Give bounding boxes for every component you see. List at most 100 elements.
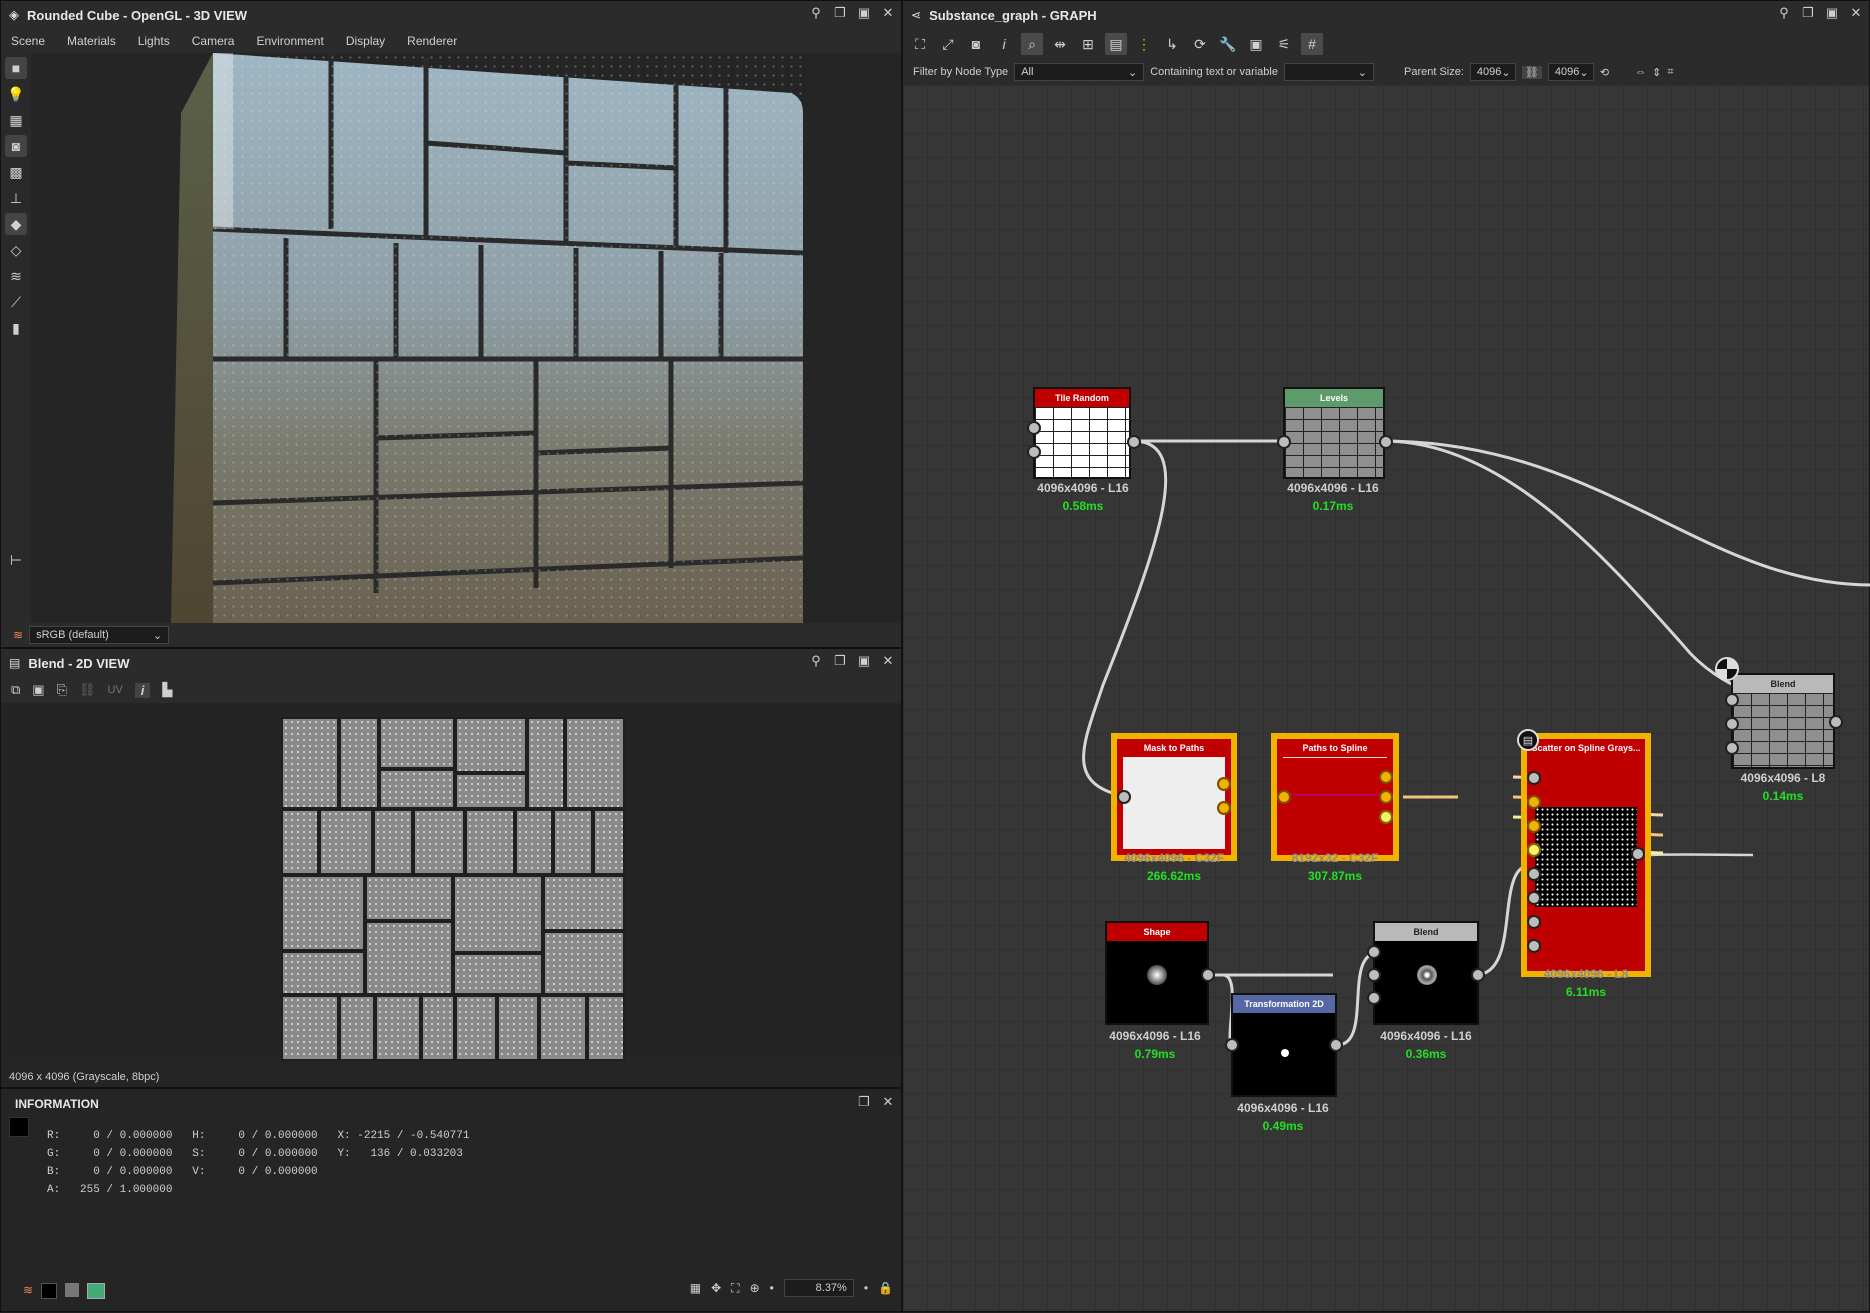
output-port[interactable] (1329, 1038, 1343, 1052)
black-swatch-icon[interactable] (41, 1283, 58, 1299)
snap-icon[interactable]: ⌗ (1667, 66, 1673, 79)
input-port[interactable] (1367, 991, 1381, 1005)
center-icon[interactable]: ⊕ (750, 1281, 760, 1295)
layers-icon[interactable]: ≋ (5, 265, 27, 287)
output-port[interactable] (1829, 715, 1843, 729)
input-port[interactable] (1027, 445, 1041, 459)
menu-environment[interactable]: Environment (254, 34, 325, 48)
input-port[interactable] (1527, 915, 1541, 929)
maximize-icon[interactable]: ▣ (857, 654, 871, 668)
info-icon[interactable]: i (993, 33, 1015, 55)
close-icon[interactable]: ✕ (1849, 6, 1863, 20)
pan-icon[interactable]: ✥ (711, 1281, 721, 1295)
graph-canvas[interactable]: Tile Random 4096x4096 - L16 0.58ms Level… (903, 85, 1870, 1311)
histogram-icon[interactable]: ▙ (162, 682, 172, 698)
grid-icon[interactable]: ▦ (690, 1281, 701, 1295)
copy-icon[interactable]: ⧉ (11, 682, 20, 698)
node-shape[interactable]: Shape (1105, 921, 1209, 1025)
link-icon[interactable]: ⛓ (79, 682, 96, 698)
refresh-icon[interactable]: ⟳ (1189, 33, 1211, 55)
input-port[interactable] (1527, 771, 1541, 785)
restore-icon[interactable]: ❐ (1801, 6, 1815, 20)
environment-icon[interactable]: ▦ (5, 109, 27, 131)
containing-input[interactable]: ⌄ (1283, 63, 1374, 81)
search-icon[interactable]: ⌕ (1021, 33, 1043, 55)
input-port[interactable] (1527, 819, 1541, 833)
output-port[interactable] (1379, 810, 1393, 824)
frame-icon[interactable]: ⛶ (909, 33, 931, 55)
lock-icon[interactable]: 🔒 (878, 1281, 893, 1295)
layers-icon[interactable]: ≋ (23, 1283, 33, 1299)
document-icon[interactable]: ▤ (1517, 729, 1539, 751)
camera-icon[interactable]: ◙ (965, 33, 987, 55)
input-port[interactable] (1725, 741, 1739, 755)
output-port[interactable] (1379, 770, 1393, 784)
menu-lights[interactable]: Lights (136, 34, 172, 48)
gray-swatch-icon[interactable] (65, 1283, 80, 1297)
restore-icon[interactable]: ❐ (833, 654, 847, 668)
flow-icon[interactable]: ⋮ (1133, 33, 1155, 55)
output-port[interactable] (1379, 790, 1393, 804)
input-port[interactable] (1027, 421, 1041, 435)
transform-icon[interactable]: ⟋ (5, 291, 27, 313)
menu-renderer[interactable]: Renderer (405, 34, 459, 48)
stats-icon[interactable]: ▮ (5, 317, 27, 339)
input-port[interactable] (1527, 867, 1541, 881)
input-port[interactable] (1527, 939, 1541, 953)
uv-toggle[interactable]: UV (108, 684, 123, 696)
camera-icon[interactable]: ■ (5, 57, 27, 79)
export-icon[interactable]: ⎘ (57, 682, 67, 698)
axis-icon[interactable]: ⊥ (5, 187, 27, 209)
input-port[interactable] (1725, 717, 1739, 731)
layout-icon[interactable]: ⊞ (1077, 33, 1099, 55)
restore-icon[interactable]: ❐ (857, 1095, 871, 1109)
menu-materials[interactable]: Materials (65, 34, 118, 48)
output-port[interactable] (1631, 847, 1645, 861)
hierarchy-icon[interactable]: ⊢ (5, 549, 27, 571)
maximize-icon[interactable]: ▣ (1825, 6, 1839, 20)
output-port[interactable] (1471, 968, 1485, 982)
output-port[interactable] (1379, 435, 1393, 449)
export-icon[interactable]: ▣ (1245, 33, 1267, 55)
screenshot-icon[interactable]: ◙ (5, 135, 27, 157)
node-blend-main[interactable]: Blend (1731, 673, 1835, 769)
grid-snap-icon[interactable]: # (1301, 33, 1323, 55)
brush-icon[interactable]: ⚟ (1273, 33, 1295, 55)
colorspace-select[interactable]: sRGB (default) ⌄ (29, 626, 170, 644)
menu-camera[interactable]: Camera (190, 34, 237, 48)
fit-icon[interactable]: ⛶ (731, 1281, 739, 1296)
pin-icon[interactable]: ⚲ (809, 654, 823, 668)
output-port[interactable] (1127, 435, 1141, 449)
light-icon[interactable]: 💡 (5, 83, 27, 105)
2d-viewport[interactable] (1, 703, 901, 1061)
info-icon[interactable]: i (134, 682, 151, 698)
input-port[interactable] (1277, 435, 1291, 449)
checker-icon[interactable] (1715, 657, 1739, 681)
pin-icon[interactable]: ⚲ (1777, 6, 1791, 20)
3d-viewport[interactable] (31, 53, 901, 623)
output-port[interactable] (1217, 777, 1231, 791)
display-icon[interactable] (87, 1283, 106, 1299)
output-port[interactable] (1201, 968, 1215, 982)
close-icon[interactable]: ✕ (881, 1095, 895, 1109)
menu-display[interactable]: Display (344, 34, 387, 48)
shaded-cube-icon[interactable]: ◆ (5, 213, 27, 235)
input-port[interactable] (1225, 1038, 1239, 1052)
node-levels[interactable]: Levels (1283, 387, 1385, 479)
input-port[interactable] (1367, 968, 1381, 982)
output-port[interactable] (1217, 801, 1231, 815)
menu-scene[interactable]: Scene (9, 34, 47, 48)
input-port[interactable] (1527, 795, 1541, 809)
connect-icon[interactable]: ↳ (1161, 33, 1183, 55)
node-type-select[interactable]: All ⌄ (1014, 63, 1145, 81)
node-transformation-2d[interactable]: Transformation 2D (1231, 993, 1337, 1097)
parent-size-h[interactable]: 4096 ⌄ (1547, 63, 1594, 81)
link-icon[interactable]: ⛓ (1521, 65, 1542, 79)
save-icon[interactable]: ▣ (32, 682, 44, 698)
close-icon[interactable]: ✕ (881, 654, 895, 668)
input-port[interactable] (1725, 693, 1739, 707)
align-v-icon[interactable]: ⇕ (1652, 66, 1661, 79)
reset-icon[interactable]: ⟲ (1600, 66, 1609, 79)
parent-size-w[interactable]: 4096 ⌄ (1469, 63, 1516, 81)
grid-icon[interactable]: ▩ (5, 161, 27, 183)
